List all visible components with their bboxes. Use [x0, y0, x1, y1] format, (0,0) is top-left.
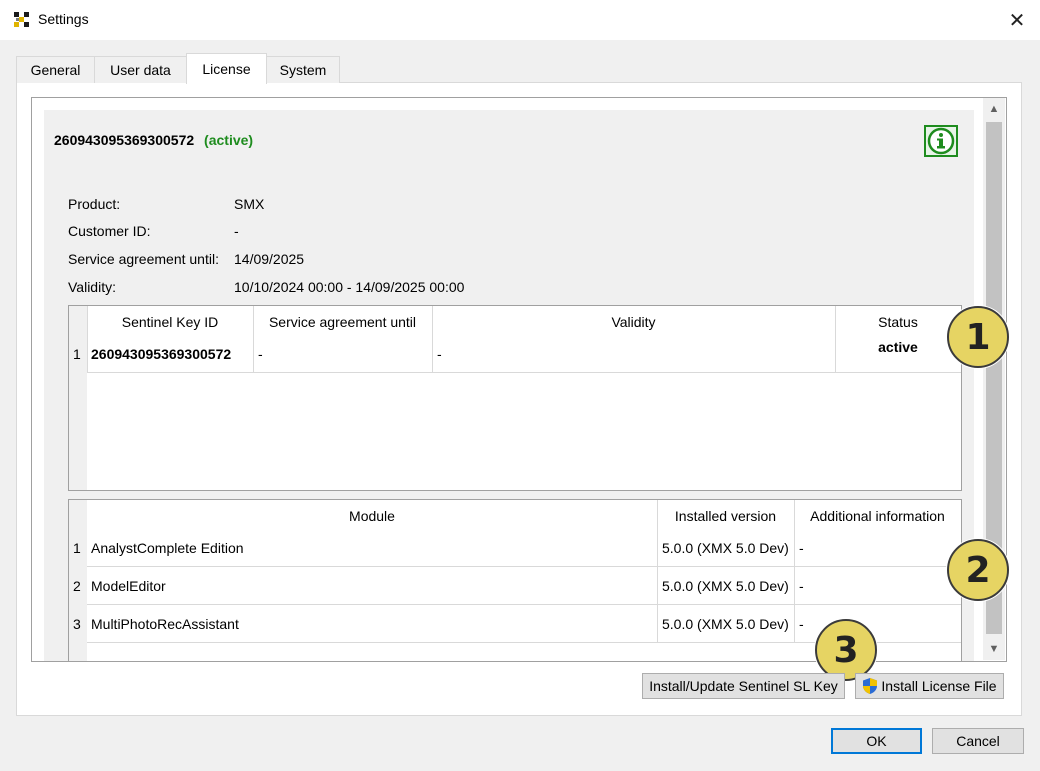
tab-system[interactable]: System — [266, 56, 340, 83]
license-key-heading: 260943095369300572 (active) — [54, 132, 253, 148]
callout-marker-3: 3 — [815, 619, 877, 681]
cell-validity: - — [437, 346, 442, 362]
cell-module: AnalystComplete Edition — [91, 540, 244, 556]
app-logo-icon — [14, 12, 29, 27]
cell-info: - — [799, 578, 804, 594]
tab-general[interactable]: General — [16, 56, 95, 83]
tab-license[interactable]: License — [186, 53, 267, 84]
column-header-service-agreement[interactable]: Service agreement until — [253, 312, 432, 332]
scroll-up-icon[interactable]: ▲ — [983, 100, 1005, 118]
row-number: 1 — [73, 346, 81, 362]
tab-label: User data — [110, 62, 171, 78]
license-state: (active) — [204, 132, 254, 148]
license-scroll-area[interactable]: 260943095369300572 (active) Product: SMX… — [31, 97, 1007, 662]
cell-module: ModelEditor — [91, 578, 166, 594]
column-header-validity[interactable]: Validity — [432, 312, 835, 332]
uac-shield-icon — [863, 678, 878, 694]
validity-value: 10/10/2024 00:00 - 14/09/2025 00:00 — [234, 279, 465, 295]
product-value: SMX — [234, 196, 265, 212]
row-number-column — [69, 306, 87, 490]
service-agreement-label: Service agreement until: — [68, 251, 219, 267]
window-title: Settings — [38, 11, 89, 27]
cell-info: - — [799, 540, 804, 556]
column-header-additional-info[interactable]: Additional information — [794, 506, 961, 526]
cell-module: MultiPhotoRecAssistant — [91, 616, 239, 632]
info-button[interactable] — [924, 125, 958, 157]
cell-status: active — [878, 339, 918, 355]
info-icon — [927, 127, 955, 155]
column-header-key-id[interactable]: Sentinel Key ID — [87, 312, 253, 332]
cell-version: 5.0.0 (XMX 5.0 Dev) — [662, 578, 789, 594]
sentinel-keys-table[interactable]: Sentinel Key ID Service agreement until … — [68, 305, 962, 491]
row-number: 1 — [73, 540, 81, 556]
column-header-status[interactable]: Status — [835, 312, 961, 332]
close-icon: ✕ — [1008, 9, 1026, 32]
callout-marker-1: 1 — [947, 306, 1009, 368]
column-header-installed-version[interactable]: Installed version — [657, 506, 794, 526]
tab-user-data[interactable]: User data — [94, 56, 187, 83]
cancel-button[interactable]: Cancel — [932, 728, 1024, 754]
cell-version: 5.0.0 (XMX 5.0 Dev) — [662, 540, 789, 556]
scroll-down-icon[interactable]: ▼ — [983, 640, 1005, 658]
service-agreement-value: 14/09/2025 — [234, 251, 305, 267]
customer-id-value: - — [234, 223, 239, 239]
install-sentinel-key-label: Install/Update Sentinel SL Key — [649, 678, 838, 694]
column-header-module[interactable]: Module — [87, 506, 657, 526]
license-panel: 260943095369300572 (active) Product: SMX… — [44, 110, 974, 661]
tab-label: License — [202, 61, 251, 77]
install-sentinel-key-button[interactable]: Install/Update Sentinel SL Key — [642, 673, 845, 699]
customer-id-label: Customer ID: — [68, 223, 151, 239]
cell-info: - — [799, 616, 804, 632]
install-license-file-button[interactable]: Install License File — [855, 673, 1004, 699]
title-bar: Settings ✕ — [0, 0, 1040, 40]
ok-label: OK — [866, 733, 887, 749]
ok-button[interactable]: OK — [831, 728, 922, 754]
tab-label: System — [279, 62, 327, 78]
cell-version: 5.0.0 (XMX 5.0 Dev) — [662, 616, 789, 632]
product-label: Product: — [68, 196, 121, 212]
row-number: 2 — [73, 578, 81, 594]
license-key-id: 260943095369300572 — [54, 132, 195, 148]
cell-key-id: 260943095369300572 — [91, 346, 232, 362]
close-button[interactable]: ✕ — [994, 0, 1040, 40]
tab-label: General — [30, 62, 81, 78]
install-license-file-label: Install License File — [881, 678, 997, 694]
callout-marker-2: 2 — [947, 539, 1009, 601]
cancel-label: Cancel — [956, 733, 1000, 749]
row-number: 3 — [73, 616, 81, 632]
validity-label: Validity: — [68, 279, 116, 295]
cell-service-agreement: - — [258, 346, 263, 362]
